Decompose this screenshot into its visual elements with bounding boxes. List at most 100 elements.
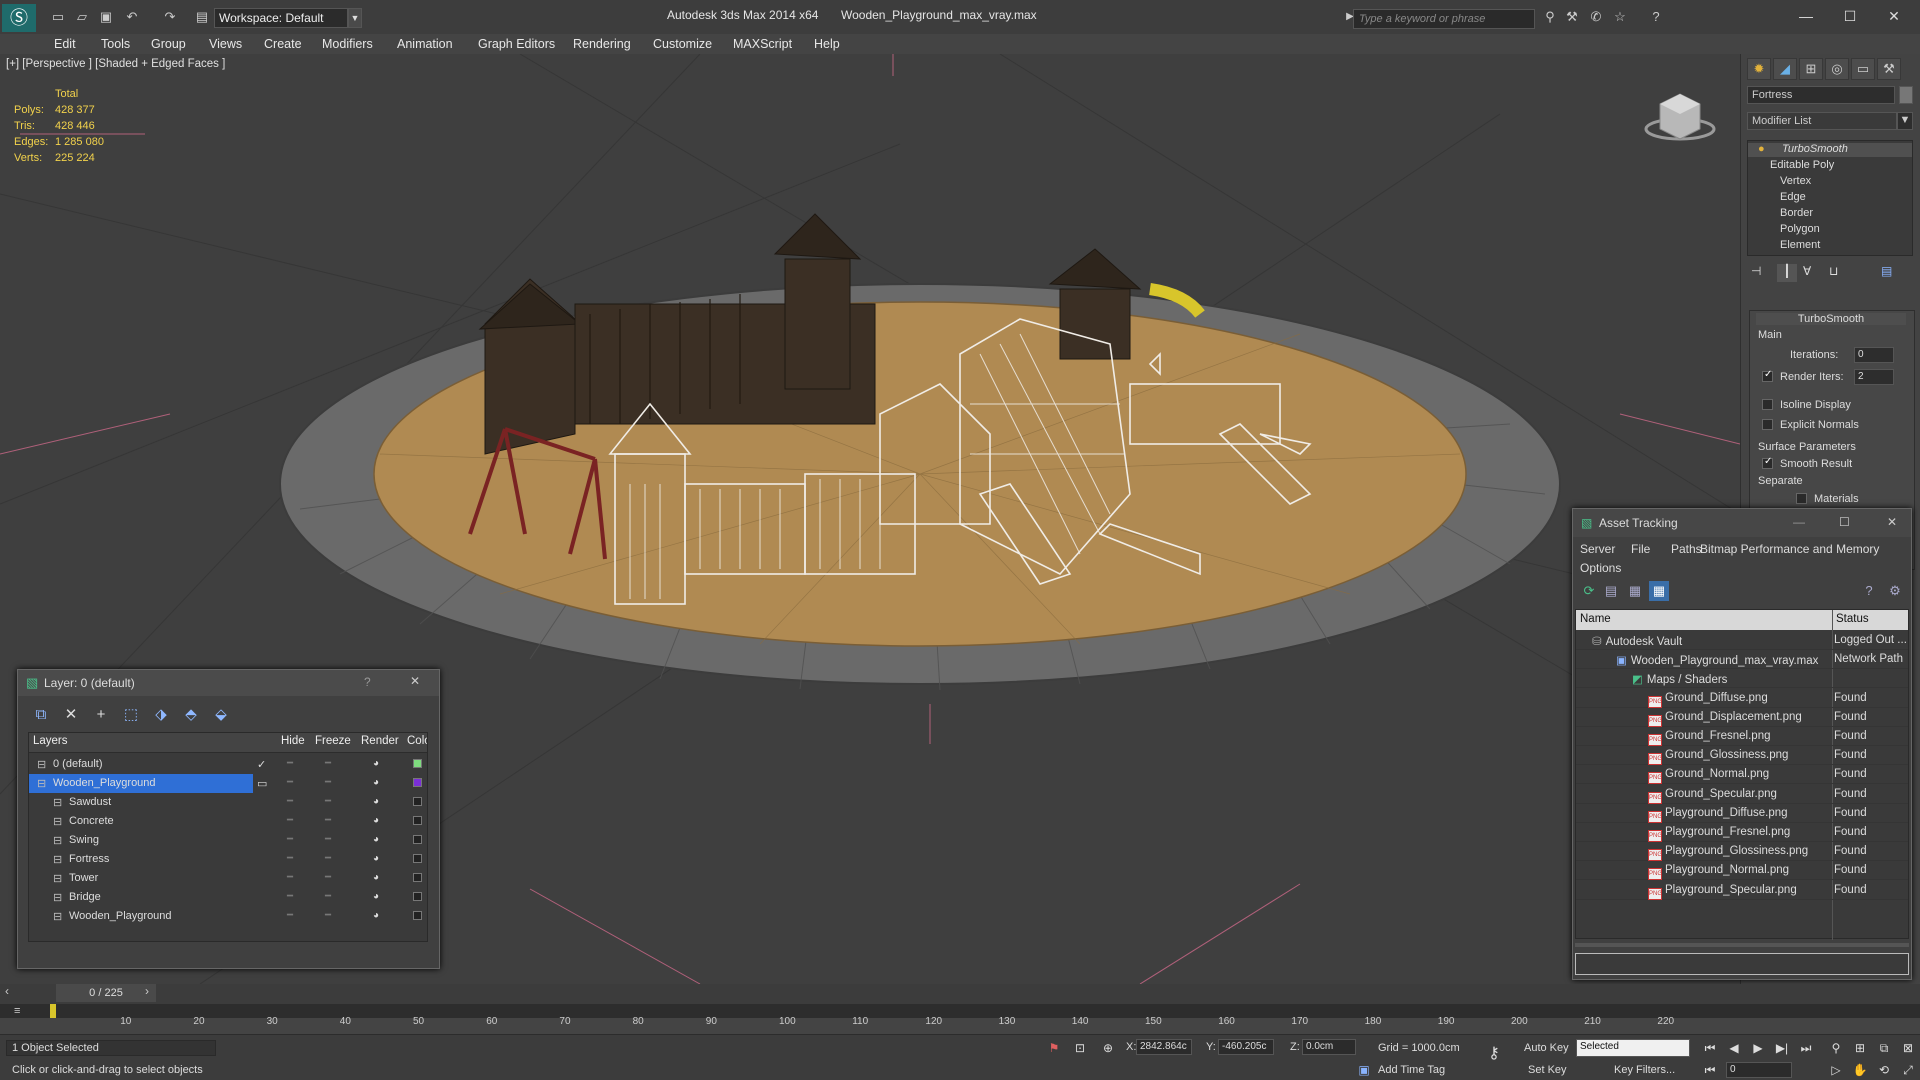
menu-customize[interactable]: Customize bbox=[653, 37, 712, 51]
viewcube[interactable] bbox=[1644, 93, 1716, 141]
menu-create[interactable]: Create bbox=[264, 37, 302, 51]
col-layers[interactable]: Layers bbox=[33, 735, 68, 747]
next-frame-icon[interactable]: ▶| bbox=[1772, 1039, 1792, 1057]
go-to-start-icon[interactable]: ⏮ bbox=[1700, 1039, 1720, 1057]
set-current-layer-icon[interactable]: ▭ bbox=[257, 777, 267, 790]
layer-name[interactable]: Fortress bbox=[69, 853, 109, 865]
modify-tab-icon[interactable]: ◢ bbox=[1773, 58, 1797, 80]
render-iters-spinner[interactable]: 2 bbox=[1854, 369, 1894, 385]
asset-minimize-icon[interactable]: — bbox=[1793, 515, 1805, 529]
layer-name[interactable]: Sawdust bbox=[69, 796, 111, 808]
render-teapot-icon[interactable]: ◕ bbox=[373, 891, 379, 902]
object-color-swatch[interactable] bbox=[1899, 86, 1913, 104]
layer-row[interactable]: ⊟ Fortress ━ ━ ◕ bbox=[29, 850, 429, 869]
layer-row[interactable]: ⊟ Swing ━ ━ ◕ bbox=[29, 831, 429, 850]
hide-toggle[interactable]: ━ bbox=[287, 777, 293, 788]
layer-color-swatch[interactable] bbox=[413, 759, 422, 768]
menu-tools[interactable]: Tools bbox=[101, 37, 130, 51]
next-frame-arrow-icon[interactable]: › bbox=[140, 984, 154, 1002]
freeze-toggle[interactable]: ━ bbox=[325, 758, 331, 769]
communication-icon[interactable]: ✆ bbox=[1586, 8, 1606, 26]
add-to-layer-icon[interactable]: + bbox=[90, 705, 112, 725]
render-teapot-icon[interactable]: ◕ bbox=[373, 872, 379, 883]
zoom-extents-all-icon[interactable]: ⊠ bbox=[1898, 1039, 1918, 1057]
freeze-toggle[interactable]: ━ bbox=[325, 891, 331, 902]
y-coordinate-field[interactable]: -460.205c bbox=[1218, 1039, 1274, 1055]
asset-row[interactable]: ⛁ Autodesk Vault Logged Out ... bbox=[1576, 631, 1908, 650]
asset-row[interactable]: PNG Playground_Specular.png Found bbox=[1576, 881, 1908, 900]
asset-row[interactable]: ◩ Maps / Shaders bbox=[1576, 669, 1908, 689]
isoline-display-checkbox[interactable] bbox=[1762, 399, 1773, 410]
list-view-icon[interactable]: ▤ bbox=[1601, 581, 1621, 601]
asset-path-field[interactable] bbox=[1575, 953, 1909, 975]
layer-name[interactable]: Wooden_Playground bbox=[69, 910, 172, 922]
asset-row[interactable]: ▣ Wooden_Playground_max_vray.max Network P… bbox=[1576, 650, 1908, 670]
absolute-mode-icon[interactable]: ⊕ bbox=[1098, 1039, 1118, 1057]
menu-maxscript[interactable]: MAXScript bbox=[733, 37, 792, 51]
freeze-toggle[interactable]: ━ bbox=[325, 796, 331, 807]
asset-settings-icon[interactable]: ⚙ bbox=[1885, 581, 1905, 601]
layer-color-swatch[interactable] bbox=[413, 873, 422, 882]
zoom-extents-icon[interactable]: ⧉ bbox=[1874, 1039, 1894, 1057]
layer-color-swatch[interactable] bbox=[413, 778, 422, 787]
auto-key-button[interactable]: Auto Key bbox=[1524, 1042, 1569, 1054]
layer-name[interactable]: Tower bbox=[69, 872, 98, 884]
layer-name[interactable]: Bridge bbox=[69, 891, 101, 903]
hide-toggle[interactable]: ━ bbox=[287, 891, 293, 902]
delete-layer-icon[interactable]: ✕ bbox=[60, 705, 82, 725]
layer-row[interactable]: ⊟ Sawdust ━ ━ ◕ bbox=[29, 793, 429, 812]
menu-group[interactable]: Group bbox=[151, 37, 186, 51]
render-teapot-icon[interactable]: ◕ bbox=[373, 853, 379, 864]
render-teapot-icon[interactable]: ◕ bbox=[373, 910, 379, 921]
layer-row[interactable]: ⊟ 0 (default) ✓ ━ ━ ◕ bbox=[29, 755, 429, 774]
motion-tab-icon[interactable]: ◎ bbox=[1825, 58, 1849, 80]
freeze-toggle[interactable]: ━ bbox=[325, 834, 331, 845]
set-key-button[interactable]: Set Key bbox=[1528, 1064, 1567, 1076]
layer-window-title[interactable]: Layer: 0 (default) bbox=[18, 670, 439, 696]
trackbar-curve-icon[interactable]: ≡ bbox=[14, 1005, 20, 1017]
object-name-field[interactable]: Fortress bbox=[1747, 86, 1895, 104]
layer-help-button[interactable]: ? bbox=[364, 675, 371, 689]
subscription-icon[interactable]: ⚒ bbox=[1562, 8, 1582, 26]
hide-toggle[interactable]: ━ bbox=[287, 758, 293, 769]
asset-row[interactable]: PNG Playground_Normal.png Found bbox=[1576, 861, 1908, 881]
col-hide[interactable]: Hide bbox=[281, 735, 305, 747]
layer-manager-window[interactable]: Layer: 0 (default) ▧ ? ✕ ⧉ ✕ + ⬚ ⬗ ⬘ ⬙ L… bbox=[17, 669, 440, 969]
asset-row[interactable]: PNG Ground_Displacement.png Found bbox=[1576, 708, 1908, 727]
layer-row[interactable]: ⊟ Tower ━ ━ ◕ bbox=[29, 869, 429, 888]
modifier-list-dropdown[interactable]: Modifier List bbox=[1747, 112, 1897, 130]
redo-icon[interactable]: ↷ bbox=[160, 8, 180, 26]
layer-row[interactable]: ⊟ Bridge ━ ━ ◕ bbox=[29, 888, 429, 907]
remove-modifier-icon[interactable]: ⊔ bbox=[1829, 264, 1838, 278]
previous-frame-icon[interactable]: ◀ bbox=[1724, 1039, 1744, 1057]
key-icon[interactable]: ⚷ bbox=[1484, 1045, 1504, 1063]
highlight-selected-icon[interactable]: ⬗ bbox=[150, 705, 172, 725]
select-in-layer-icon[interactable]: ⬚ bbox=[120, 705, 142, 725]
freeze-toggle[interactable]: ━ bbox=[325, 777, 331, 788]
create-tab-icon[interactable]: ✹ bbox=[1747, 58, 1771, 80]
hide-toggle[interactable]: ━ bbox=[287, 910, 293, 921]
render-iters-checkbox[interactable] bbox=[1762, 369, 1773, 382]
key-mode-icon[interactable]: ⏮ bbox=[1700, 1061, 1720, 1079]
hide-toggle[interactable]: ━ bbox=[287, 872, 293, 883]
lightbulb-icon[interactable]: ● bbox=[1758, 143, 1765, 155]
workspace-dropdown-arrow-icon[interactable]: ▼ bbox=[348, 8, 362, 28]
project-folder-icon[interactable]: ▤ bbox=[192, 8, 212, 26]
layer-color-swatch[interactable] bbox=[413, 835, 422, 844]
freeze-toggle[interactable]: ━ bbox=[325, 872, 331, 883]
timeline[interactable]: ‹ 0 / 225 › ≡ 10 20 30 40 50 60 70 80 90 100 110 12… bbox=[0, 984, 1920, 1027]
render-teapot-icon[interactable]: ◕ bbox=[373, 777, 379, 788]
active-layer-check-icon[interactable]: ✓ bbox=[257, 758, 266, 771]
stack-polygon[interactable]: Polygon bbox=[1780, 223, 1820, 235]
layer-name[interactable]: 0 (default) bbox=[53, 758, 103, 770]
hide-toggle[interactable]: ━ bbox=[287, 834, 293, 845]
pin-stack-icon[interactable]: ⊣ bbox=[1751, 264, 1761, 278]
hide-toggle[interactable]: ━ bbox=[287, 796, 293, 807]
layer-color-swatch[interactable] bbox=[413, 816, 422, 825]
asset-menu-paths[interactable]: Paths bbox=[1671, 542, 1702, 556]
selection-set-dropdown[interactable]: Selected bbox=[1576, 1039, 1690, 1057]
asset-window-title[interactable]: Asset Tracking bbox=[1573, 509, 1911, 537]
layer-name[interactable]: Concrete bbox=[69, 815, 114, 827]
go-to-end-icon[interactable]: ⏭ bbox=[1796, 1039, 1816, 1057]
stack-turbosmooth[interactable]: TurboSmooth bbox=[1748, 143, 1912, 157]
